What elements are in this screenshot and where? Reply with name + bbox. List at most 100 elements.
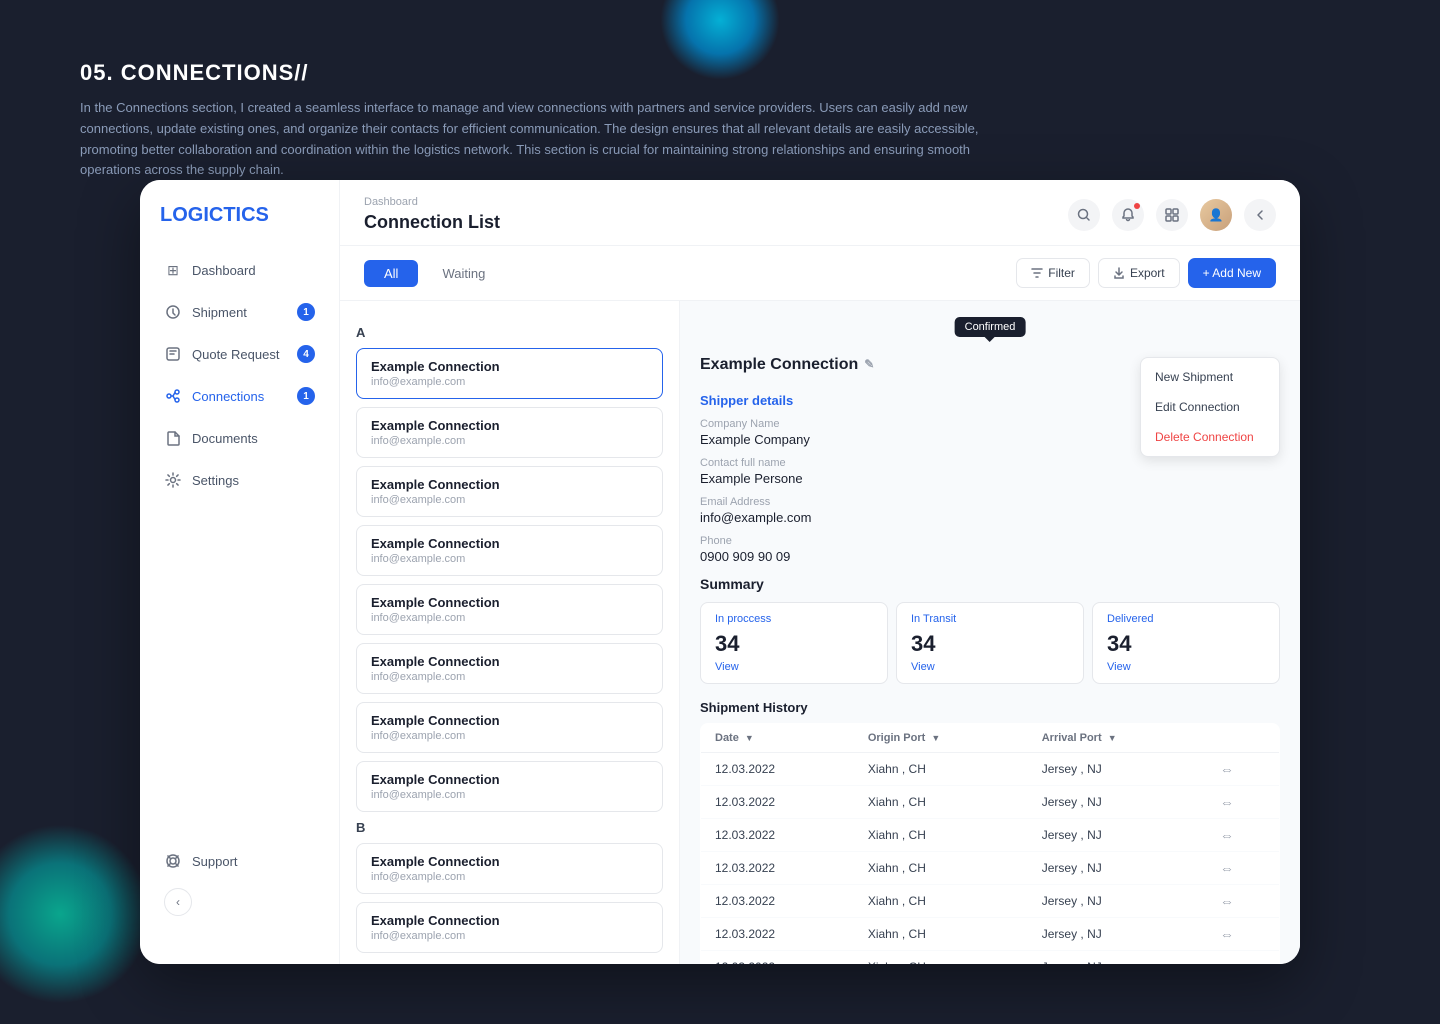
list-panel: A Example Connection info@example.com Ex… [340, 301, 680, 964]
list-item[interactable]: Example Connection info@example.com [356, 761, 663, 812]
email-label: Email Address [700, 496, 1280, 508]
tab-waiting[interactable]: Waiting [422, 260, 505, 287]
col-action [1206, 724, 1280, 753]
connection-name: Example Connection [371, 536, 648, 551]
main-card: LOGICTICS ⊞ Dashboard Shipment 1 Qu [140, 180, 1300, 964]
grid-button[interactable] [1156, 199, 1188, 231]
connection-email: info@example.com [371, 871, 648, 883]
row-date: 12.03.2022 [701, 819, 854, 852]
table-row: 12.03.2022 Xiahn , CH Jersey , NJ ⇔ [701, 885, 1280, 918]
documents-icon [164, 429, 182, 447]
list-item[interactable]: Example Connection info@example.com [356, 643, 663, 694]
col-origin[interactable]: Origin Port ▼ [854, 724, 1028, 753]
filter-button[interactable]: Filter [1016, 258, 1090, 288]
connection-name: Example Connection [371, 477, 648, 492]
add-new-button[interactable]: + Add New [1188, 258, 1276, 288]
content-header: Dashboard Connection List 👤 [340, 180, 1300, 246]
sidebar-item-label: Quote Request [192, 347, 279, 362]
contact-name-value: Example Persone [700, 471, 1280, 486]
sort-icon-arrival: ▼ [1108, 733, 1117, 743]
in-process-label: In proccess [715, 613, 873, 625]
row-arrival: Jersey , NJ [1028, 753, 1206, 786]
row-link[interactable]: ⇔ [1206, 753, 1280, 786]
row-arrival: Jersey , NJ [1028, 918, 1206, 951]
detail-connection-name: Example Connection ✎ [700, 356, 880, 374]
delivered-link[interactable]: View [1107, 661, 1265, 673]
tabs-row: All Waiting Filter Export + Add New [340, 246, 1300, 301]
row-origin: Xiahn , CH [854, 951, 1028, 965]
sidebar-item-settings[interactable]: Settings [152, 461, 327, 499]
list-item[interactable]: Example Connection info@example.com [356, 702, 663, 753]
content-body: A Example Connection info@example.com Ex… [340, 301, 1300, 964]
context-menu-delete-connection[interactable]: Delete Connection [1141, 422, 1279, 452]
bg-decoration-bottom-left [0, 824, 150, 1004]
connection-email: info@example.com [371, 435, 648, 447]
row-link[interactable]: ⇔ [1206, 951, 1280, 965]
list-item[interactable]: Example Connection info@example.com [356, 466, 663, 517]
sidebar-bottom: Support ‹ [140, 842, 339, 940]
avatar[interactable]: 👤 [1200, 199, 1232, 231]
notification-button[interactable] [1112, 199, 1144, 231]
export-button[interactable]: Export [1098, 258, 1180, 288]
sidebar-item-shipment[interactable]: Shipment 1 [152, 293, 327, 331]
section-title: 05. CONNECTIONS// [80, 60, 1360, 86]
connection-name: Example Connection [371, 359, 648, 374]
in-transit-value: 34 [911, 631, 1069, 657]
confirmed-tooltip: Confirmed [955, 317, 1026, 337]
col-date[interactable]: Date ▼ [701, 724, 854, 753]
row-link[interactable]: ⇔ [1206, 819, 1280, 852]
row-origin: Xiahn , CH [854, 918, 1028, 951]
row-date: 12.03.2022 [701, 753, 854, 786]
list-item[interactable]: Example Connection info@example.com [356, 902, 663, 953]
row-origin: Xiahn , CH [854, 852, 1028, 885]
row-link[interactable]: ⇔ [1206, 852, 1280, 885]
context-menu-new-shipment[interactable]: New Shipment [1141, 362, 1279, 392]
connection-email: info@example.com [371, 494, 648, 506]
context-menu-edit-connection[interactable]: Edit Connection [1141, 392, 1279, 422]
phone-value: 0900 909 90 09 [700, 549, 1280, 564]
list-item[interactable]: Example Connection info@example.com [356, 843, 663, 894]
row-link[interactable]: ⇔ [1206, 786, 1280, 819]
in-transit-link[interactable]: View [911, 661, 1069, 673]
collapse-button[interactable]: ‹ [164, 888, 192, 916]
support-icon [164, 852, 182, 870]
list-item[interactable]: Example Connection info@example.com [356, 348, 663, 399]
connection-name: Example Connection [371, 854, 648, 869]
sort-icon-date: ▼ [745, 733, 754, 743]
row-arrival: Jersey , NJ [1028, 786, 1206, 819]
list-item[interactable]: Example Connection info@example.com [356, 407, 663, 458]
sidebar-item-connections[interactable]: Connections 1 [152, 377, 327, 415]
sidebar-item-quote[interactable]: Quote Request 4 [152, 335, 327, 373]
list-item[interactable]: Example Connection info@example.com [356, 525, 663, 576]
connection-name: Example Connection [371, 418, 648, 433]
edit-icon[interactable]: ✎ [864, 357, 880, 373]
header-actions: 👤 [1068, 199, 1276, 231]
sidebar-item-support[interactable]: Support [152, 842, 327, 880]
sidebar-item-dashboard[interactable]: ⊞ Dashboard [152, 251, 327, 289]
delivered-label: Delivered [1107, 613, 1265, 625]
table-row: 12.03.2022 Xiahn , CH Jersey , NJ ⇔ [701, 819, 1280, 852]
tabs-right: Filter Export + Add New [1016, 258, 1276, 288]
breadcrumb: Dashboard [364, 196, 500, 208]
search-button[interactable] [1068, 199, 1100, 231]
summary-card-in-transit: In Transit 34 View [896, 602, 1084, 684]
sidebar-item-label: Documents [192, 431, 258, 446]
sidebar-item-label: Dashboard [192, 263, 256, 278]
row-link[interactable]: ⇔ [1206, 918, 1280, 951]
logo: LOGICTICS [140, 204, 339, 251]
connections-icon [164, 387, 182, 405]
shipment-badge: 1 [297, 303, 315, 321]
history-table: Date ▼ Origin Port ▼ Arrival Port ▼ [700, 723, 1280, 964]
back-button[interactable] [1244, 199, 1276, 231]
table-row: 12.03.2022 Xiahn , CH Jersey , NJ ⇔ [701, 951, 1280, 965]
list-item[interactable]: Example Connection info@example.com [356, 584, 663, 635]
summary-card-in-process: In proccess 34 View [700, 602, 888, 684]
table-row: 12.03.2022 Xiahn , CH Jersey , NJ ⇔ [701, 918, 1280, 951]
sidebar-item-documents[interactable]: Documents [152, 419, 327, 457]
tab-all[interactable]: All [364, 260, 418, 287]
table-row: 12.03.2022 Xiahn , CH Jersey , NJ ⇔ [701, 753, 1280, 786]
in-process-link[interactable]: View [715, 661, 873, 673]
col-arrival[interactable]: Arrival Port ▼ [1028, 724, 1206, 753]
connection-email: info@example.com [371, 789, 648, 801]
row-link[interactable]: ⇔ [1206, 885, 1280, 918]
